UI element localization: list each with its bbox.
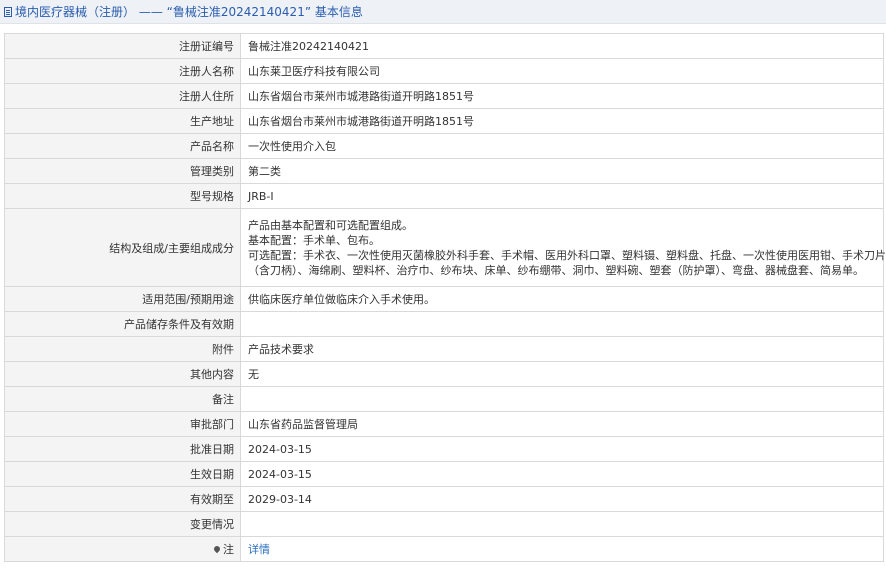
row-label: 注册人名称 (4, 58, 241, 84)
row-value: 供临床医疗单位做临床介入手术使用。 (240, 286, 884, 312)
table-row-registrant-address: 注册人住所 山东省烟台市莱州市城港路街道开明路1851号 (4, 83, 884, 109)
table-row-change-status: 变更情况 (4, 511, 884, 537)
row-label: 生效日期 (4, 461, 241, 487)
row-label: 注册证编号 (4, 33, 241, 59)
row-label: 产品名称 (4, 133, 241, 159)
row-value: 一次性使用介入包 (240, 133, 884, 159)
composition-line: 产品由基本配置和可选配置组成。 (248, 218, 413, 232)
row-value: JRB-I (240, 183, 884, 209)
table-row-attachment: 附件 产品技术要求 (4, 336, 884, 362)
row-label: 变更情况 (4, 511, 241, 537)
row-value (240, 386, 884, 412)
row-label: 产品储存条件及有效期 (4, 311, 241, 337)
info-table-container: 注册证编号 鲁械注准20242140421 注册人名称 山东莱卫医疗科技有限公司… (4, 33, 886, 562)
row-value: 无 (240, 361, 884, 387)
table-row-management-category: 管理类别 第二类 (4, 158, 884, 184)
row-label: 注册人住所 (4, 83, 241, 109)
table-row-registrant-name: 注册人名称 山东莱卫医疗科技有限公司 (4, 58, 884, 84)
info-table: 注册证编号 鲁械注准20242140421 注册人名称 山东莱卫医疗科技有限公司… (4, 33, 886, 562)
row-label: 结构及组成/主要组成成分 (4, 208, 241, 287)
row-value: 2024-03-15 (240, 461, 884, 487)
composition-line: 基本配置：手术单、包布。 (248, 233, 380, 247)
pin-icon (212, 544, 222, 554)
row-value: 山东省药品监督管理局 (240, 411, 884, 437)
table-row-valid-until: 有效期至 2029-03-14 (4, 486, 884, 512)
row-label: 适用范围/预期用途 (4, 286, 241, 312)
row-label: 有效期至 (4, 486, 241, 512)
row-label: 型号规格 (4, 183, 241, 209)
row-label: 管理类别 (4, 158, 241, 184)
table-row-production-address: 生产地址 山东省烟台市莱州市城港路街道开明路1851号 (4, 108, 884, 134)
row-label: 其他内容 (4, 361, 241, 387)
row-label-text: 注 (223, 543, 234, 556)
table-row-other-content: 其他内容 无 (4, 361, 884, 387)
row-value: 产品技术要求 (240, 336, 884, 362)
table-row-approval-department: 审批部门 山东省药品监督管理局 (4, 411, 884, 437)
composition-line: 可选配置：手术衣、一次性使用灭菌橡胶外科手套、手术帽、医用外科口罩、塑料镊、塑料… (248, 248, 886, 262)
row-value: 2024-03-15 (240, 436, 884, 462)
row-value: 2029-03-14 (240, 486, 884, 512)
table-row-product-name: 产品名称 一次性使用介入包 (4, 133, 884, 159)
table-row-effective-date: 生效日期 2024-03-15 (4, 461, 884, 487)
composition-line: （含刀柄）、海绵刷、塑料杯、治疗巾、纱布块、床单、纱布绷带、洞巾、塑料碗、塑套（… (248, 263, 864, 277)
row-label: 审批部门 (4, 411, 241, 437)
page-header: 境内医疗器械（注册） —— “鲁械注准20242140421” 基本信息 (0, 0, 886, 24)
details-link[interactable]: 详情 (248, 543, 270, 556)
row-value: 详情 (240, 536, 884, 562)
page-title: 境内医疗器械（注册） —— “鲁械注准20242140421” 基本信息 (4, 3, 363, 20)
table-row-remarks: 备注 (4, 386, 884, 412)
row-label: 附件 (4, 336, 241, 362)
row-label: 批准日期 (4, 436, 241, 462)
row-label: 备注 (4, 386, 241, 412)
table-row-note: 注 详情 (4, 536, 884, 562)
table-row-structure-composition: 结构及组成/主要组成成分 产品由基本配置和可选配置组成。 基本配置：手术单、包布… (4, 208, 886, 287)
table-row-model-spec: 型号规格 JRB-I (4, 183, 884, 209)
row-value: 山东省烟台市莱州市城港路街道开明路1851号 (240, 83, 884, 109)
document-icon (4, 6, 12, 17)
row-value (240, 511, 884, 537)
row-value: 鲁械注准20242140421 (240, 33, 884, 59)
row-label-note: 注 (4, 536, 241, 562)
row-label: 生产地址 (4, 108, 241, 134)
row-value: 山东省烟台市莱州市城港路街道开明路1851号 (240, 108, 884, 134)
page-title-text: 境内医疗器械（注册） —— “鲁械注准20242140421” 基本信息 (15, 5, 363, 19)
row-value: 山东莱卫医疗科技有限公司 (240, 58, 884, 84)
table-row-registration-number: 注册证编号 鲁械注准20242140421 (4, 33, 884, 59)
table-row-approval-date: 批准日期 2024-03-15 (4, 436, 884, 462)
row-value: 第二类 (240, 158, 884, 184)
row-value (240, 311, 884, 337)
table-row-intended-use: 适用范围/预期用途 供临床医疗单位做临床介入手术使用。 (4, 286, 884, 312)
row-value: 产品由基本配置和可选配置组成。 基本配置：手术单、包布。 可选配置：手术衣、一次… (240, 208, 886, 287)
table-row-storage-conditions: 产品储存条件及有效期 (4, 311, 884, 337)
